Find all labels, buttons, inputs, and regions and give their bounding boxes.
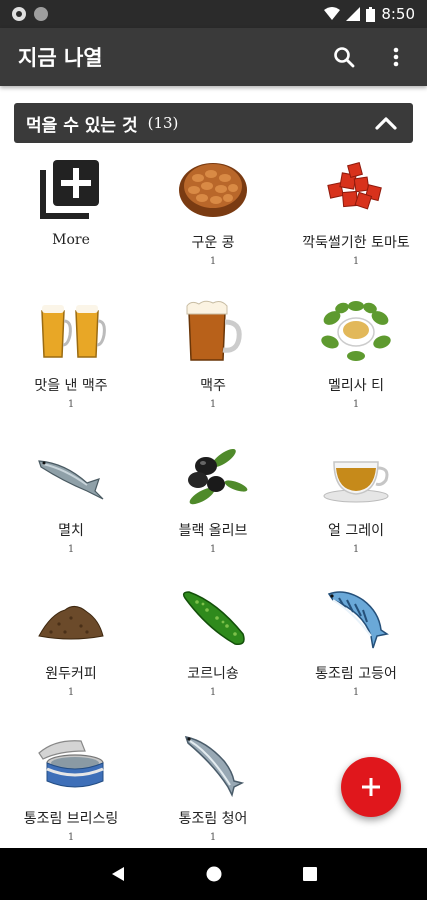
item-label: 얼 그레이 [328, 523, 384, 539]
black-olive-icon [177, 440, 249, 512]
melissa-tea-icon [320, 295, 392, 367]
item-quantity: 1 [209, 399, 217, 410]
notification-dot-icon [34, 7, 48, 21]
add-item-fab[interactable] [341, 757, 401, 817]
search-icon [334, 47, 355, 68]
add-library-icon [35, 152, 107, 224]
item-quantity: 1 [67, 399, 75, 410]
item-label: 원두커피 [45, 666, 97, 682]
list-item[interactable]: 통조림 고등어 1 [285, 579, 427, 719]
item-quantity: 1 [209, 832, 217, 843]
chevron-up-icon [375, 117, 397, 130]
item-quantity: 1 [67, 832, 75, 843]
settings-icon [12, 7, 26, 21]
list-item[interactable]: 통조림 브리스링 1 [0, 724, 142, 864]
item-label: 멜리사 티 [328, 378, 384, 394]
recents-icon[interactable] [302, 866, 318, 882]
wifi-icon [324, 7, 341, 20]
plus-icon [362, 778, 380, 796]
app-bar: 지금 나열 [0, 28, 427, 86]
item-quantity: 1 [352, 544, 360, 555]
battery-icon [366, 6, 376, 22]
status-bar: 8:50 [0, 0, 427, 28]
item-label: 통조림 브리스링 [23, 811, 119, 827]
section-count: (13) [147, 114, 179, 132]
list-item[interactable]: 맛을 낸 맥주 1 [0, 291, 142, 431]
item-quantity: 1 [209, 687, 217, 698]
list-item[interactable]: 통조림 청어 1 [142, 724, 284, 864]
item-label: 통조림 고등어 [315, 666, 397, 682]
list-item[interactable]: 깍둑썰기한 토마토 1 [285, 148, 427, 288]
list-item[interactable]: 코르니숑 1 [142, 579, 284, 719]
page-title: 지금 나열 [18, 46, 103, 70]
item-quantity: 1 [352, 256, 360, 267]
collapse-button[interactable] [371, 108, 401, 138]
list-item[interactable]: 구운 콩 1 [142, 148, 284, 288]
section-header[interactable]: 먹을 수 있는 것 (13) [14, 103, 413, 143]
beer-mug-icon [177, 295, 249, 367]
signal-icon [346, 7, 361, 21]
item-quantity: 1 [209, 544, 217, 555]
list-item[interactable]: 블랙 올리브 1 [142, 436, 284, 576]
item-label: 멸치 [58, 523, 84, 539]
item-quantity: 1 [67, 687, 75, 698]
status-time: 8:50 [381, 5, 415, 23]
earl-grey-tea-icon [320, 440, 392, 512]
item-label: 맛을 낸 맥주 [34, 378, 108, 394]
item-label: 통조림 청어 [178, 811, 248, 827]
back-icon[interactable] [110, 865, 126, 883]
canned-brisling-icon [35, 728, 107, 800]
search-button[interactable] [331, 44, 357, 70]
item-quantity: 1 [352, 687, 360, 698]
canned-mackerel-icon [320, 583, 392, 655]
item-quantity: 1 [352, 399, 360, 410]
canned-herring-icon [177, 728, 249, 800]
anchovy-icon [35, 440, 107, 512]
section-title: 먹을 수 있는 것 [26, 115, 138, 136]
home-icon[interactable] [205, 865, 223, 883]
more-vert-icon [393, 47, 399, 67]
cornichon-icon [177, 583, 249, 655]
list-item[interactable]: 얼 그레이 1 [285, 436, 427, 576]
list-item[interactable]: 원두커피 1 [0, 579, 142, 719]
more-label: More [52, 232, 90, 248]
list-item[interactable]: 멸치 1 [0, 436, 142, 576]
flavored-beer-icon [35, 295, 107, 367]
roasted-beans-icon [177, 152, 249, 224]
system-nav-bar [0, 848, 427, 900]
item-label: 맥주 [200, 378, 226, 394]
list-item[interactable]: 맥주 1 [142, 291, 284, 431]
list-item[interactable]: 멜리사 티 1 [285, 291, 427, 431]
diced-tomato-icon [320, 152, 392, 224]
item-label: 코르니숑 [187, 666, 239, 682]
more-tile[interactable]: More [0, 148, 142, 288]
item-label: 구운 콩 [191, 235, 235, 251]
coffee-grounds-icon [35, 583, 107, 655]
item-quantity: 1 [209, 256, 217, 267]
item-quantity: 1 [67, 544, 75, 555]
item-label: 블랙 올리브 [178, 523, 248, 539]
item-label: 깍둑썰기한 토마토 [302, 235, 410, 251]
overflow-menu-button[interactable] [383, 44, 409, 70]
